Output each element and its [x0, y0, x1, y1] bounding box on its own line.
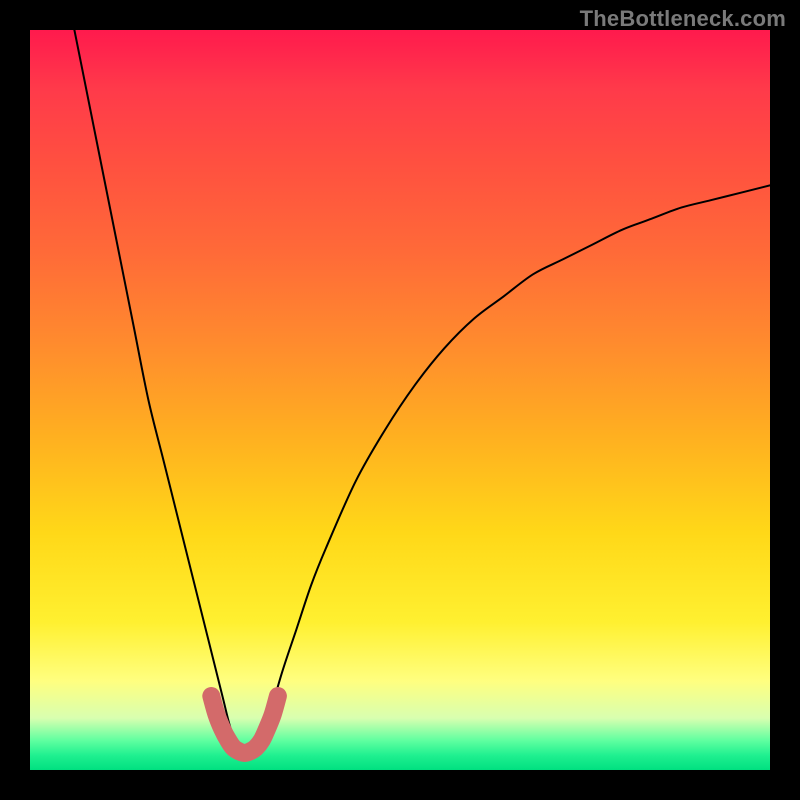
chart-plot-area [30, 30, 770, 770]
bottleneck-curve-line [74, 30, 770, 756]
chart-svg [30, 30, 770, 770]
bottom-marker-line [211, 696, 278, 753]
watermark-text: TheBottleneck.com [580, 6, 786, 32]
